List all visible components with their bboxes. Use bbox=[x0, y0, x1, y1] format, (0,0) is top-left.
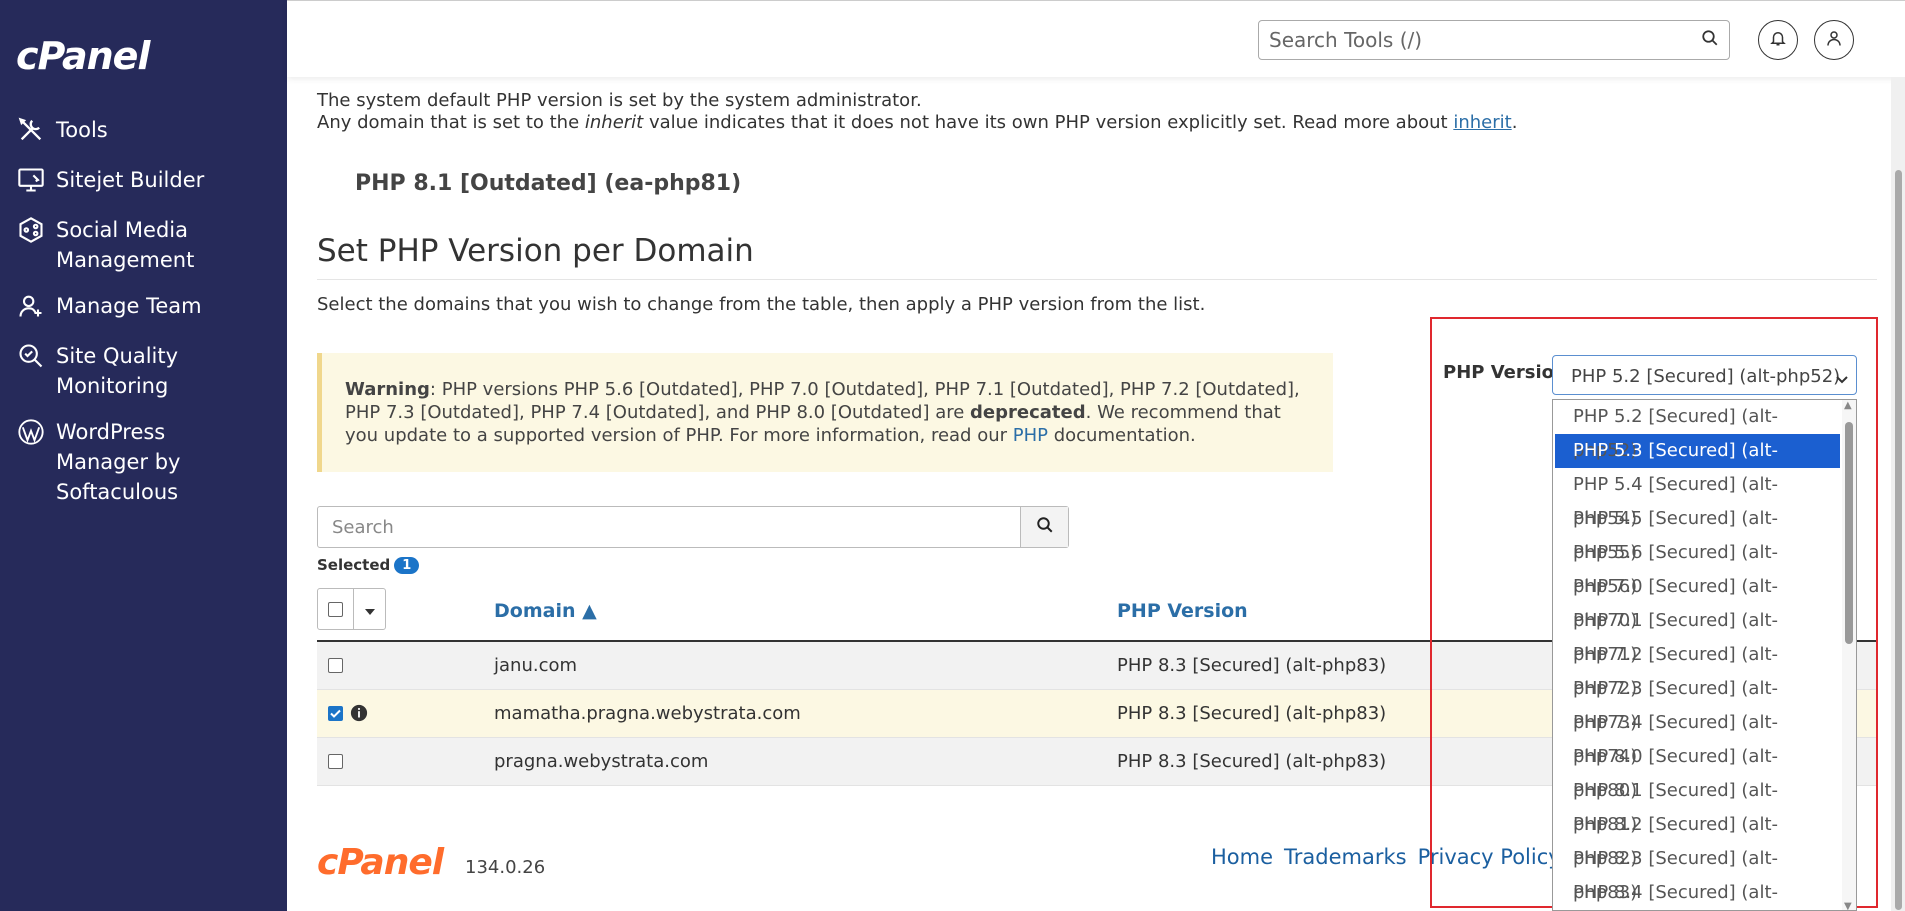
php-version-option-list: PHP 5.2 [Secured] (alt-php52)PHP 5.3 [Se… bbox=[1553, 400, 1856, 910]
sidebar-item-label: WordPress Manager by Softaculous bbox=[56, 420, 181, 504]
scroll-up-icon[interactable]: ▲ bbox=[1844, 400, 1852, 411]
php-version-option[interactable]: PHP 7.1 [Secured] (alt-php71) bbox=[1553, 604, 1840, 665]
select-options-button[interactable] bbox=[354, 589, 385, 629]
scroll-down-icon[interactable]: ▼ bbox=[1844, 901, 1852, 910]
row-checkbox[interactable] bbox=[328, 658, 343, 673]
sidebar-item-sitejet[interactable]: Sitejet Builder bbox=[0, 165, 287, 203]
domain-cell: pragna.webystrata.com bbox=[494, 751, 709, 772]
search-icon bbox=[1036, 516, 1054, 538]
php-version-option[interactable]: PHP 7.4 [Secured] (alt-php74) bbox=[1553, 706, 1840, 767]
php-version-option[interactable]: PHP 5.5 [Secured] (alt-php55) bbox=[1553, 502, 1840, 563]
sidebar-nav: Tools Sitejet Builder Social Media Manag… bbox=[0, 115, 287, 507]
php-version-option[interactable]: PHP 8.1 [Secured] (alt-php81) bbox=[1553, 774, 1840, 835]
footer-link-home[interactable]: Home bbox=[1211, 845, 1273, 869]
php-version-option[interactable]: PHP 8.2 [Secured] (alt-php82) bbox=[1553, 808, 1840, 869]
selected-count-badge: 1 bbox=[394, 556, 420, 574]
monitor-icon bbox=[16, 165, 46, 195]
search-tools-box[interactable] bbox=[1258, 20, 1730, 60]
sidebar: cPanel Tools Sitejet Builder Social Medi… bbox=[0, 0, 287, 911]
column-domain[interactable]: Domain ▲ bbox=[494, 600, 597, 622]
magnifier-icon bbox=[16, 341, 46, 371]
scroll-thumb[interactable] bbox=[1845, 422, 1853, 644]
intro-line-1: The system default PHP version is set by… bbox=[317, 90, 922, 111]
php-version-cell: PHP 8.3 [Secured] (alt-php83) bbox=[1117, 703, 1387, 724]
inherit-link[interactable]: inherit bbox=[1453, 112, 1511, 133]
user-menu-button[interactable] bbox=[1814, 20, 1854, 60]
php-version-option[interactable]: PHP 8.0 [Secured] (alt-php80) bbox=[1553, 740, 1840, 801]
info-icon[interactable] bbox=[350, 704, 368, 727]
select-all-checkbox[interactable] bbox=[318, 589, 354, 629]
sidebar-item-tools[interactable]: Tools bbox=[0, 115, 287, 153]
sidebar-item-wordpress[interactable]: WordPress Manager by Softaculous bbox=[0, 417, 287, 507]
page-scroll-thumb[interactable] bbox=[1895, 170, 1902, 910]
domain-cell: mamatha.pragna.webystrata.com bbox=[494, 703, 801, 724]
team-icon bbox=[16, 291, 46, 321]
php-version-option[interactable]: PHP 8.4 [Secured] (alt-php84) bbox=[1553, 876, 1840, 910]
social-icon bbox=[16, 215, 46, 245]
php-version-label: PHP Version bbox=[1443, 362, 1567, 383]
php-version-cell: PHP 8.3 [Secured] (alt-php83) bbox=[1117, 655, 1387, 676]
footer-cpanel-logo: cPanel bbox=[317, 842, 444, 883]
chevron-down-icon bbox=[1836, 368, 1848, 389]
php-version-option[interactable]: PHP 7.2 [Secured] (alt-php72) bbox=[1553, 638, 1840, 699]
sidebar-item-social-media[interactable]: Social Media Management bbox=[0, 215, 287, 275]
php-version-option[interactable]: PHP 7.3 [Secured] (alt-php73) bbox=[1553, 672, 1840, 733]
cpanel-logo[interactable]: cPanel bbox=[16, 34, 150, 78]
bell-icon bbox=[1769, 29, 1787, 51]
footer-link-trademarks[interactable]: Trademarks bbox=[1284, 845, 1407, 869]
intro-line-2: Any domain that is set to the inherit va… bbox=[317, 112, 1518, 133]
caret-down-icon bbox=[364, 600, 375, 619]
sidebar-item-label: Manage Team bbox=[56, 294, 202, 318]
sidebar-item-label: Site Quality Monitoring bbox=[56, 344, 179, 398]
domain-search-button[interactable] bbox=[1020, 507, 1068, 547]
php-version-option[interactable]: PHP 8.3 [Secured] (alt-php83) bbox=[1553, 842, 1840, 903]
sidebar-item-site-quality[interactable]: Site Quality Monitoring bbox=[0, 341, 287, 401]
divider bbox=[317, 279, 1877, 280]
sidebar-item-manage-team[interactable]: Manage Team bbox=[0, 291, 287, 329]
row-checkbox[interactable] bbox=[328, 754, 343, 769]
php-version-cell: PHP 8.3 [Secured] (alt-php83) bbox=[1117, 751, 1387, 772]
domain-search-box bbox=[317, 506, 1069, 548]
sidebar-item-label: Sitejet Builder bbox=[56, 168, 205, 192]
php-docs-link[interactable]: PHP bbox=[1013, 425, 1048, 446]
php-version-option[interactable]: PHP 7.0 [Secured] (alt-php70) bbox=[1553, 570, 1840, 631]
dropdown-scrollbar[interactable]: ▲ ▼ bbox=[1842, 400, 1856, 910]
user-icon bbox=[1825, 29, 1843, 51]
row-checkbox[interactable] bbox=[328, 706, 343, 721]
deprecation-warning: Warning: PHP versions PHP 5.6 [Outdated]… bbox=[317, 353, 1333, 472]
current-php-version: PHP 8.1 [Outdated] (ea-php81) bbox=[355, 171, 742, 196]
php-version-option[interactable]: PHP 5.3 [Secured] (alt-php53) bbox=[1555, 434, 1840, 495]
selected-count: Selected 1 bbox=[317, 556, 420, 574]
tools-icon bbox=[16, 115, 46, 145]
php-version-selected-value: PHP 5.2 [Secured] (alt-php52) bbox=[1571, 366, 1841, 387]
search-icon[interactable] bbox=[1701, 29, 1719, 51]
php-version-select[interactable]: PHP 5.2 [Secured] (alt-php52) bbox=[1552, 355, 1857, 395]
column-php-version[interactable]: PHP Version bbox=[1117, 600, 1248, 622]
php-version-dropdown: PHP 5.2 [Secured] (alt-php52)PHP 5.3 [Se… bbox=[1552, 399, 1857, 911]
domain-search-input[interactable] bbox=[318, 507, 1020, 547]
php-version-option[interactable]: PHP 5.6 [Secured] (alt-php56) bbox=[1553, 536, 1840, 597]
sidebar-item-label: Social Media Management bbox=[56, 218, 195, 272]
domain-cell: janu.com bbox=[494, 655, 578, 676]
php-version-option[interactable]: PHP 5.4 [Secured] (alt-php54) bbox=[1553, 468, 1840, 529]
footer-version: 134.0.26 bbox=[465, 857, 546, 878]
section-description: Select the domains that you wish to chan… bbox=[317, 294, 1206, 315]
notifications-button[interactable] bbox=[1758, 20, 1798, 60]
intro-text: The system default PHP version is set by… bbox=[317, 90, 1877, 134]
php-version-option[interactable]: PHP 5.2 [Secured] (alt-php52) bbox=[1553, 400, 1840, 461]
sidebar-item-label: Tools bbox=[56, 118, 108, 142]
page-title: Set PHP Version per Domain bbox=[317, 233, 754, 269]
bulk-select bbox=[317, 588, 386, 630]
wordpress-icon bbox=[16, 417, 46, 447]
topbar bbox=[287, 0, 1905, 77]
search-tools-input[interactable] bbox=[1269, 28, 1701, 52]
page-scrollbar[interactable] bbox=[1891, 77, 1905, 911]
